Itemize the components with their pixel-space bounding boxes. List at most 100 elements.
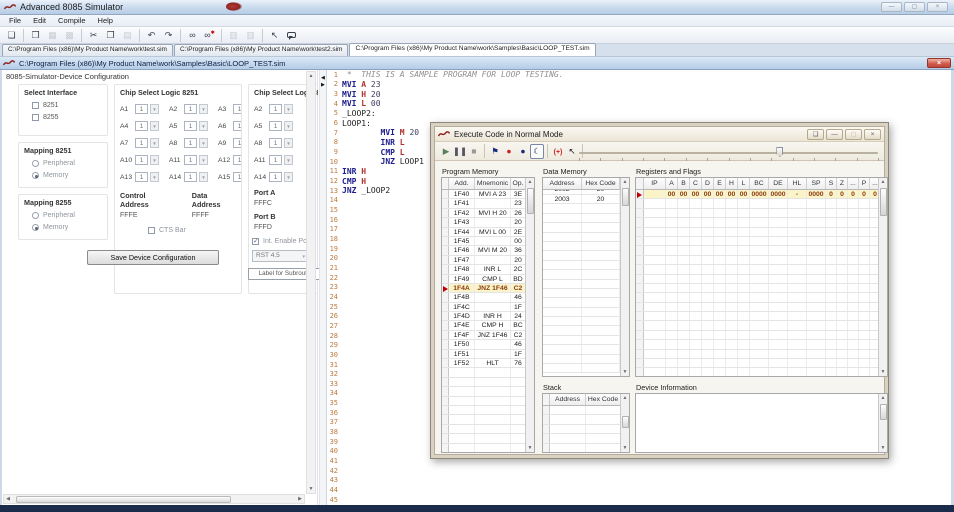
table-row[interactable] (543, 289, 629, 298)
redo-button[interactable]: ↷ (160, 28, 177, 43)
cut-button[interactable]: ✂ (85, 28, 102, 43)
tab-2[interactable]: C:\Program Files (x86)\My Product Name\w… (174, 44, 349, 56)
table-row[interactable]: 200320 (543, 195, 629, 204)
save-button[interactable]: ▦ (44, 28, 61, 43)
table-row[interactable] (636, 209, 887, 218)
dropdown-arrow-icon[interactable]: ▼ (150, 155, 159, 165)
table-row[interactable] (636, 199, 887, 208)
menu-compile[interactable]: Compile (52, 16, 92, 25)
table-row[interactable] (442, 397, 534, 406)
table-row[interactable] (636, 237, 887, 246)
maximize-button[interactable]: ▢ (904, 2, 925, 12)
table-row[interactable] (636, 284, 887, 293)
table-row[interactable] (543, 298, 629, 307)
menu-file[interactable]: File (3, 16, 27, 25)
pin-a2-select[interactable]: A21▼ (254, 104, 314, 114)
memory-radio[interactable]: Memory (32, 224, 102, 231)
dialog-close-button[interactable]: × (864, 129, 881, 140)
horizontal-scroll-thumb[interactable] (16, 496, 231, 503)
scroll-thumb[interactable] (880, 188, 887, 216)
table-row[interactable] (636, 312, 887, 321)
slider-thumb[interactable] (776, 147, 783, 157)
table-row[interactable]: 0000000000000000000000-000000000 (636, 190, 887, 199)
execute-dialog[interactable]: Execute Code in Normal Mode ❏ — ▢ × ▶❚❚■… (430, 122, 889, 459)
device-information-area[interactable]: ▲▼ (635, 393, 888, 453)
scroll-thumb[interactable] (622, 416, 629, 428)
radio-circle[interactable] (32, 160, 39, 167)
table-row[interactable] (636, 331, 887, 340)
table-row[interactable] (543, 406, 629, 415)
dialog-maximize-button[interactable]: ▢ (845, 129, 862, 140)
scroll-up-icon[interactable]: ▲ (621, 394, 629, 402)
dialog-title-bar[interactable]: Execute Code in Normal Mode ❏ — ▢ × (435, 127, 884, 142)
scroll-down-icon[interactable]: ▼ (621, 368, 629, 376)
table-scrollbar[interactable]: ▲▼ (525, 178, 534, 452)
pin-a7-select[interactable]: A71▼ (120, 138, 159, 148)
collapse-left-icon[interactable]: ◀ (321, 76, 325, 81)
table-row[interactable] (636, 293, 887, 302)
dropdown-arrow-icon[interactable]: ▼ (199, 155, 208, 165)
play-button[interactable]: ▶ (439, 144, 453, 159)
radio-circle[interactable] (32, 224, 39, 231)
table-row[interactable] (543, 261, 629, 270)
table-scrollbar[interactable]: ▲▼ (620, 178, 629, 376)
window-1-button[interactable]: ▥ (225, 28, 242, 43)
pin-a11-select[interactable]: A111▼ (169, 155, 208, 165)
add-breakpoint-button[interactable]: (+) (551, 144, 565, 159)
table-row[interactable] (636, 340, 887, 349)
pause-button[interactable]: ❚❚ (453, 144, 467, 159)
table-row[interactable]: 1F4C1F (442, 303, 534, 312)
table-row[interactable] (636, 368, 887, 377)
table-row[interactable]: 1F5046 (442, 340, 534, 349)
tab-1[interactable]: C:\Program Files (x86)\My Product Name\w… (2, 44, 173, 56)
cts-bar-checkbox[interactable]: CTS Bar (148, 227, 236, 234)
dialog-dock-button[interactable]: ❏ (807, 129, 824, 140)
memory-radio[interactable]: Memory (32, 172, 102, 179)
table-row[interactable] (543, 336, 629, 345)
breakpoint-red-button[interactable]: ● (502, 144, 516, 159)
undo-button[interactable]: ↶ (143, 28, 160, 43)
config-horizontal-scrollbar[interactable]: ◀ ▶ (3, 494, 305, 504)
table-row[interactable]: 1F4ECMP HBC (442, 321, 534, 330)
table-row[interactable] (543, 251, 629, 260)
table-row[interactable]: 1F4320 (442, 218, 534, 227)
scroll-down-icon[interactable]: ▼ (621, 444, 629, 452)
dropdown-arrow-icon[interactable]: ▼ (284, 155, 293, 165)
breakpoint-blue-button[interactable]: ● (516, 144, 530, 159)
peripheral-radio[interactable]: Peripheral (32, 160, 102, 167)
table-row[interactable] (543, 317, 629, 326)
table-row[interactable]: 1F49CMP LBD (442, 275, 534, 284)
panel-splitter[interactable]: ◀ ▶ (319, 70, 327, 505)
dropdown-arrow-icon[interactable]: ▼ (199, 138, 208, 148)
table-row[interactable] (636, 256, 887, 265)
8255-checkbox[interactable]: 8255 (32, 114, 102, 121)
table-row[interactable]: 1F4720 (442, 256, 534, 265)
checkbox-box[interactable] (32, 102, 39, 109)
speed-slider[interactable] (579, 149, 878, 157)
pin-a14-select[interactable]: A141▼ (169, 172, 208, 182)
new-file-button[interactable]: ❏ (3, 28, 20, 43)
table-row[interactable]: 1F4500 (442, 237, 534, 246)
open-button[interactable]: ❒ (27, 28, 44, 43)
pointer-button[interactable]: ↖ (266, 28, 283, 43)
table-row[interactable]: 1F511F (442, 350, 534, 359)
find-replace-button[interactable]: ∞✱ (201, 28, 218, 43)
stop-button[interactable]: ■ (467, 144, 481, 159)
dropdown-arrow-icon[interactable]: ▼ (150, 104, 159, 114)
table-row[interactable] (636, 321, 887, 330)
table-row[interactable] (442, 387, 534, 396)
dropdown-arrow-icon[interactable]: ▼ (150, 172, 159, 182)
program-memory-table[interactable]: Add.MnemonicOp.1F40MVI A 233E1F41231F42M… (441, 177, 535, 453)
table-row[interactable] (442, 444, 534, 453)
scroll-down-icon[interactable]: ▼ (879, 368, 887, 376)
table-row[interactable]: 1F52HLT76 (442, 359, 534, 368)
pin-a10-select[interactable]: A101▼ (120, 155, 159, 165)
pin-a14-select[interactable]: A141▼ (254, 172, 314, 182)
table-row[interactable] (543, 270, 629, 279)
table-row[interactable] (442, 425, 534, 434)
scroll-down-icon[interactable]: ▼ (879, 444, 887, 452)
table-row[interactable]: 1F4FJNZ 1F46C2 (442, 331, 534, 340)
radio-circle[interactable] (32, 212, 39, 219)
table-row[interactable] (636, 246, 887, 255)
scroll-up-icon[interactable]: ▲ (621, 178, 629, 186)
